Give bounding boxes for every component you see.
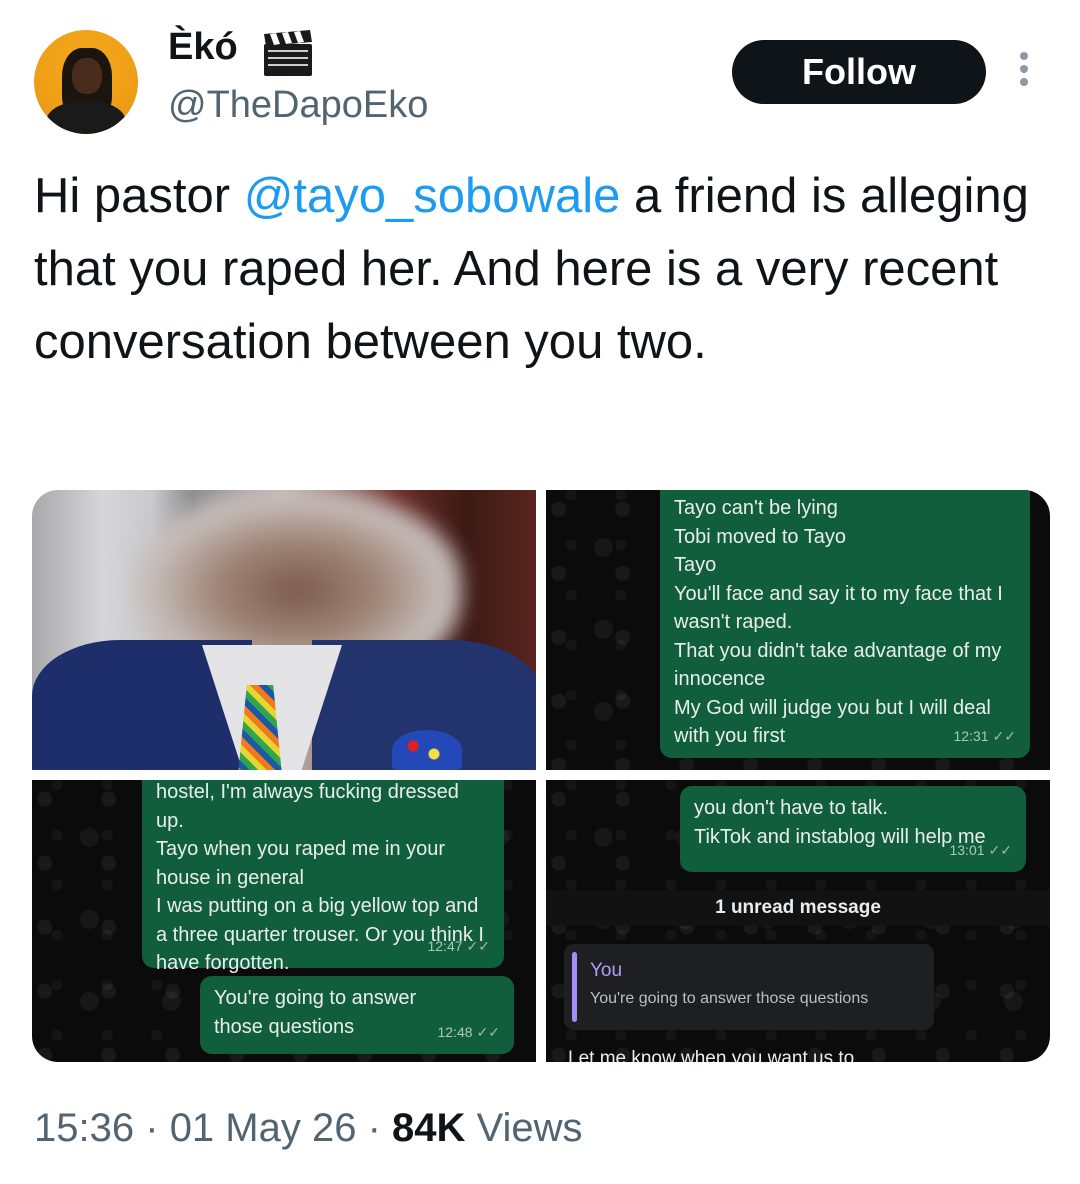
tweet-header: Èkó @TheDapoEko Follow: [0, 0, 1080, 150]
unread-divider: 1 unread message: [546, 890, 1050, 926]
author-display-name[interactable]: Èkó: [168, 26, 238, 69]
tweet-text: Hi pastor @tayo_sobowale a friend is all…: [34, 160, 1054, 379]
pocket-square: [392, 730, 462, 770]
follow-button[interactable]: Follow: [732, 40, 986, 104]
message-time: 12:47 ✓✓: [427, 937, 490, 954]
chat-bubble-sent: hostel, I'm always fucking dressed up. T…: [142, 780, 504, 974]
tweet-text-before: Hi pastor: [34, 169, 244, 223]
more-options-icon[interactable]: [1016, 52, 1032, 90]
chat-bubble-sent: Tayo can't be lying Tobi moved to Tayo T…: [660, 490, 1030, 758]
avatar[interactable]: [34, 30, 138, 134]
message-time: 12:48 ✓✓: [437, 1023, 500, 1040]
media-chat-bottom-left[interactable]: hostel, I'm always fucking dressed up. T…: [32, 780, 536, 1062]
avatar-face: [72, 58, 102, 94]
media-grid: Tayo can't be lying Tobi moved to Tayo T…: [32, 490, 1050, 1062]
read-ticks-icon: ✓✓: [476, 1023, 500, 1040]
tweet-time[interactable]: 15:36: [34, 1106, 134, 1150]
reply-quote-card: You You're going to answer those questio…: [564, 944, 934, 1030]
meta-separator: ·: [145, 1106, 159, 1150]
mention-link[interactable]: @tayo_sobowale: [244, 169, 621, 223]
reply-accent-bar: [572, 952, 577, 1022]
tweet-meta: 15:36 · 01 May 26 · 84K Views: [34, 1106, 583, 1151]
views-count[interactable]: 84K: [392, 1106, 465, 1150]
read-ticks-icon: ✓✓: [988, 841, 1012, 858]
media-photo[interactable]: [32, 490, 536, 770]
media-chat-bottom-right[interactable]: you don't have to talk. TikTok and insta…: [546, 780, 1050, 1062]
reply-author: You: [590, 960, 623, 981]
media-chat-top-right[interactable]: Tayo can't be lying Tobi moved to Tayo T…: [546, 490, 1050, 770]
read-ticks-icon: ✓✓: [992, 727, 1016, 744]
message-time: 12:31 ✓✓: [953, 727, 1016, 744]
chat-message: You're going to answer those questions: [214, 987, 417, 1038]
chat-message: Tayo can't be lying Tobi moved to Tayo T…: [674, 497, 1003, 747]
tweet-date[interactable]: 01 May 26: [170, 1106, 357, 1150]
author-handle[interactable]: @TheDapoEko: [168, 84, 428, 127]
message-time: 13:01 ✓✓: [949, 841, 1012, 858]
chat-bubble-sent: You're going to answer those questions 1…: [200, 976, 514, 1054]
chat-bubble-sent: you don't have to talk. TikTok and insta…: [680, 786, 1026, 872]
meta-separator: ·: [367, 1106, 381, 1150]
views-label: Views: [476, 1106, 583, 1150]
clapperboard-icon: [264, 30, 312, 76]
chat-message-partial: Let me know when you want us to: [568, 1048, 855, 1062]
reply-quote-text: You're going to answer those questions: [590, 990, 869, 1007]
avatar-body: [46, 102, 126, 134]
read-ticks-icon: ✓✓: [466, 937, 490, 954]
